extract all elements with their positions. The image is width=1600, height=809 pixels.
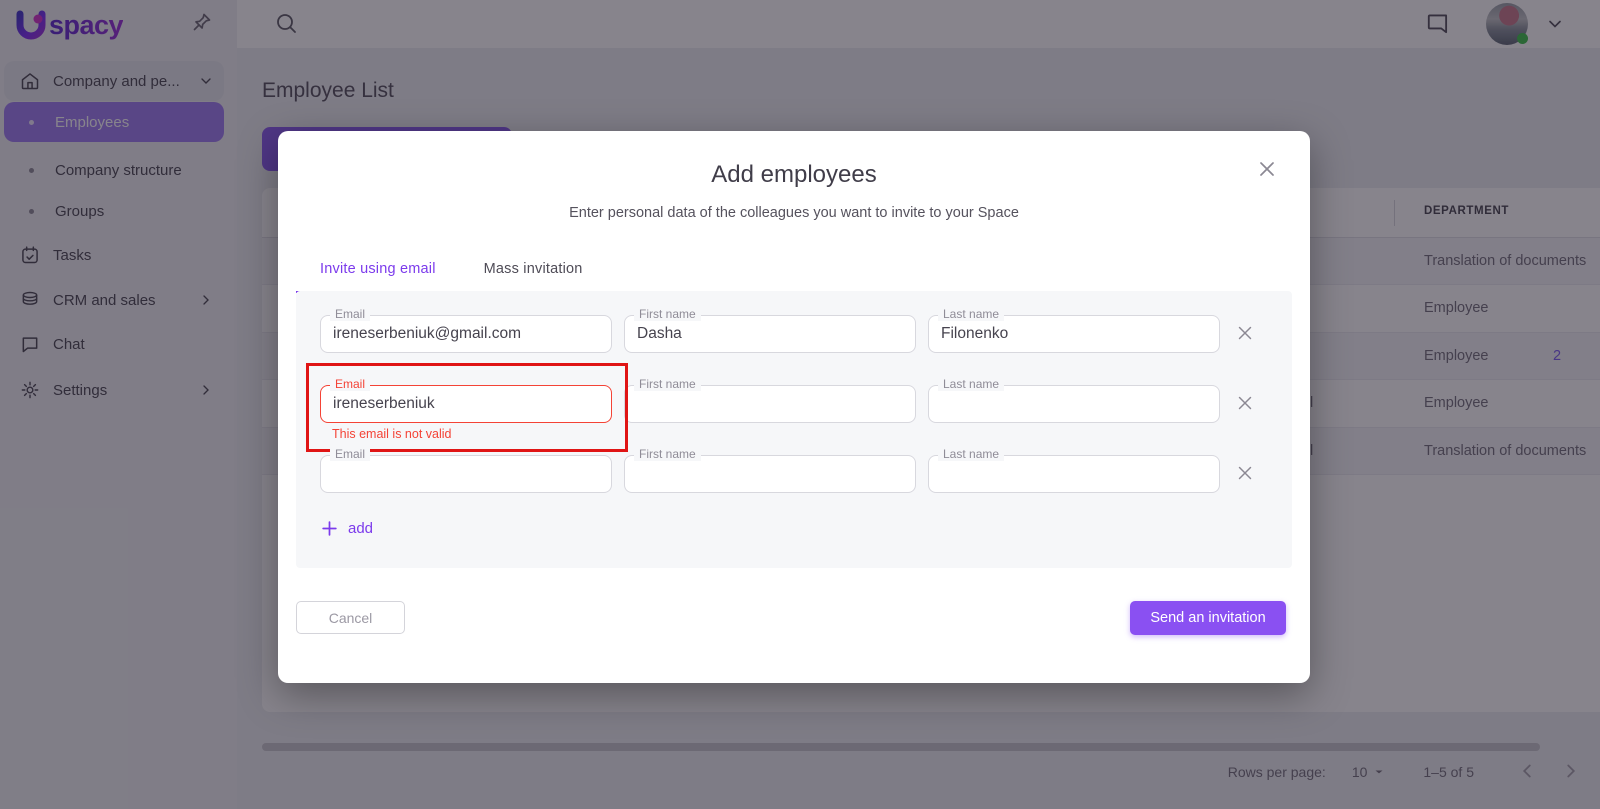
tab-invite-using-email[interactable]: Invite using email (296, 247, 460, 293)
last-name-field-row2: Last name (928, 385, 1220, 423)
plus-icon (320, 519, 339, 538)
app-root: spacy Company and pe... Employees Compan… (0, 0, 1600, 809)
last-name-label: Last name (938, 307, 1004, 321)
first-name-label: First name (634, 447, 701, 461)
add-row-button[interactable]: add (320, 519, 373, 538)
email-field-row2: Email (320, 385, 612, 423)
send-invitation-button[interactable]: Send an invitation (1130, 601, 1286, 635)
last-name-label: Last name (938, 377, 1004, 391)
email-label: Email (330, 307, 370, 321)
first-name-label: First name (634, 377, 701, 391)
modal-tabs: Invite using email Mass invitation (296, 247, 607, 293)
email-error-text: This email is not valid (332, 427, 452, 441)
cancel-button[interactable]: Cancel (296, 601, 405, 634)
last-name-field-row1: Last name (928, 315, 1220, 353)
add-label: add (348, 520, 373, 537)
email-label: Email (330, 447, 370, 461)
email-field-row3: Email (320, 455, 612, 493)
first-name-field-row2: First name (624, 385, 916, 423)
modal-subtitle: Enter personal data of the colleagues yo… (278, 205, 1310, 221)
tab-mass-invitation[interactable]: Mass invitation (460, 247, 607, 293)
add-employees-modal: Add employees Enter personal data of the… (278, 131, 1310, 683)
first-name-label: First name (634, 307, 701, 321)
last-name-label: Last name (938, 447, 1004, 461)
first-name-field-row1: First name (624, 315, 916, 353)
remove-row1-icon[interactable] (1232, 321, 1258, 347)
email-field-row1: Email (320, 315, 612, 353)
invite-form: Email First name Last name Email This em… (296, 291, 1292, 568)
first-name-field-row3: First name (624, 455, 916, 493)
email-label: Email (330, 377, 370, 391)
modal-title: Add employees (278, 161, 1310, 189)
remove-row3-icon[interactable] (1232, 461, 1258, 487)
last-name-field-row3: Last name (928, 455, 1220, 493)
remove-row2-icon[interactable] (1232, 391, 1258, 417)
